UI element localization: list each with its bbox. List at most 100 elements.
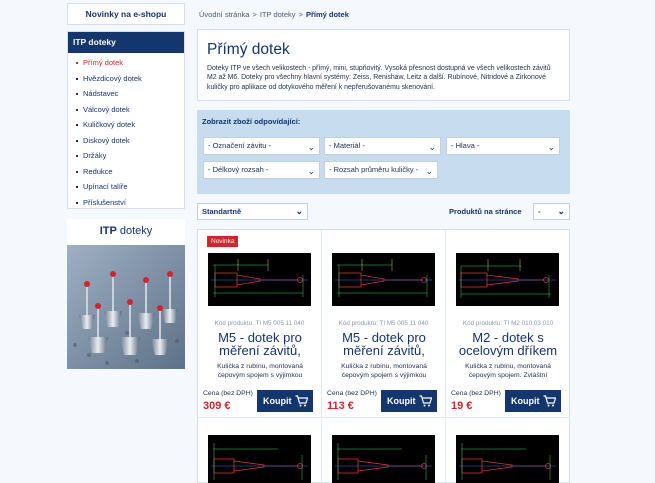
category-intro: Přímý dotek Doteky ITP ve všech velikost… <box>197 29 570 101</box>
sidebar-item-label: Příslušenství <box>83 197 126 207</box>
bullet-icon <box>76 170 78 173</box>
breadcrumb-separator: > <box>252 10 257 19</box>
category-list: Přímý dotek Hvězdicový dotek Nádstavec V… <box>68 53 184 210</box>
head-select[interactable]: - Hlava - ⌄ <box>446 137 560 155</box>
length-range-select[interactable]: - Délkový rozsah - ⌄ <box>203 161 320 179</box>
sidebar-item-valcovy-dotek[interactable]: Válcový dotek <box>68 102 184 118</box>
product-drawing <box>208 435 311 483</box>
buy-button[interactable]: Koupit <box>505 390 561 412</box>
cart-icon <box>295 395 308 407</box>
sidebar-item-drzaky[interactable]: Držáky <box>68 148 184 164</box>
product-drawing <box>208 253 311 306</box>
sidebar-item-label: Nádstavec <box>83 89 119 98</box>
buy-button[interactable]: Koupit <box>381 390 437 412</box>
sidebar-item-hvezdicovy-dotek[interactable]: Hvězdicový dotek <box>68 71 184 87</box>
product-price: 113 € <box>327 400 354 412</box>
sidebar-item-label: Hvězdicový dotek <box>83 73 142 83</box>
product-card[interactable] <box>198 419 322 483</box>
product-drawing <box>456 253 559 306</box>
cart-icon <box>543 395 556 407</box>
sidebar-item-label: Upínací talíře <box>83 182 128 191</box>
cart-icon <box>419 395 432 407</box>
product-code: Kód produktu: TI M5 005 11 040 <box>214 320 305 327</box>
bullet-icon <box>76 186 78 189</box>
material-select-value: - Materiál - <box>329 141 365 150</box>
sidebar-item-prislusenstvi[interactable]: Příslušenství <box>68 195 184 211</box>
sort-select-value: Standartně <box>202 207 242 216</box>
promo-brand-light: doteky <box>116 225 153 237</box>
product-description: Kulička z rubínu, montovaná čepovým spoj… <box>341 363 427 379</box>
sidebar-item-primy-dotek[interactable]: Přímý dotek <box>68 55 184 71</box>
product-card[interactable] <box>446 419 570 483</box>
category-panel: ITP doteky Přímý dotek Hvězdicový dotek … <box>67 31 185 209</box>
product-grid: Novinka Kód produktu: TI M5 005 11 040 M… <box>197 229 570 483</box>
filter-title: Zobrazit zboží odpovídající: <box>202 117 301 126</box>
sidebar-item-label: Kuličkový dotek <box>83 120 136 129</box>
price-label: Cena (bez DPH) <box>327 390 377 397</box>
sidebar-item-label: Diskový dotek <box>83 135 130 145</box>
breadcrumb-current: Přímý dotek <box>305 10 349 19</box>
product-drawing <box>332 435 435 483</box>
promo-banner[interactable]: ITP doteky <box>67 219 185 369</box>
product-card[interactable]: Kód produktu: TI M2 010 03 010 M2 - dote… <box>446 230 570 418</box>
category-description: Doteky ITP ve všech velikostech - přímý,… <box>207 65 551 91</box>
thread-select-value: - Označení závitu - <box>208 141 271 150</box>
sidebar-item-diskovy-dotek[interactable]: Diskový dotek <box>68 133 184 149</box>
sidebar-item-label: Válcový dotek <box>83 104 130 114</box>
bullet-icon <box>76 93 78 96</box>
chevron-down-icon: ⌄ <box>307 142 315 152</box>
breadcrumb-separator: > <box>298 10 303 19</box>
breadcrumb: Úvodní stránka > ITP doteky > Přímý dotek <box>199 10 349 19</box>
product-name[interactable]: M2 - dotek s ocelovým dříkem <box>450 331 566 357</box>
stylus-photo <box>67 245 185 369</box>
product-drawing <box>332 253 435 306</box>
head-select-value: - Hlava - <box>451 141 480 150</box>
product-name[interactable]: M5 - dotek pro měření závitů, <box>202 331 318 357</box>
chevron-down-icon: ⌄ <box>295 206 303 216</box>
buy-button-label: Koupit <box>511 396 540 406</box>
price-label: Cena (bez DPH) <box>203 390 253 397</box>
breadcrumb-home[interactable]: Úvodní stránka <box>199 10 249 19</box>
sidebar-item-nadstavec[interactable]: Nádstavec <box>68 86 184 102</box>
page-title: Přímý dotek <box>207 41 290 58</box>
bullet-icon <box>76 139 78 142</box>
buy-button-label: Koupit <box>263 396 292 406</box>
bullet-icon <box>76 155 78 158</box>
per-page-label: Produktů na stránce <box>449 207 522 216</box>
buy-button[interactable]: Koupit <box>257 390 313 412</box>
sidebar-item-redukce[interactable]: Redukce <box>68 164 184 180</box>
product-card[interactable] <box>322 419 446 483</box>
sidebar-item-label: Držáky <box>83 151 107 160</box>
sort-select[interactable]: Standartně ⌄ <box>197 203 308 220</box>
breadcrumb-parent[interactable]: ITP doteky <box>260 10 296 19</box>
bullet-icon <box>76 62 78 65</box>
product-description: Kulička z rubínu, montovaná čepovým spoj… <box>465 363 551 379</box>
sidebar-item-label: Redukce <box>83 166 113 176</box>
product-price: 309 € <box>203 400 231 412</box>
filter-panel: Zobrazit zboží odpovídající: - Označení … <box>197 110 570 194</box>
product-card[interactable]: Novinka Kód produktu: TI M5 005 11 040 M… <box>198 230 322 418</box>
eshop-news-link[interactable]: Novinky na e-shopu <box>67 3 185 25</box>
category-title[interactable]: ITP doteky <box>68 32 184 53</box>
bullet-icon <box>76 77 78 80</box>
ball-diameter-select[interactable]: - Rozsah průměru kuličky - ⌄ <box>324 161 438 179</box>
product-name[interactable]: M5 - dotek pro měření závitů, <box>326 331 442 357</box>
length-range-select-value: - Délkový rozsah - <box>208 165 269 174</box>
product-description: Kulička z rubínu, montovaná čepovým spoj… <box>217 363 303 379</box>
sidebar-item-upinaci-talire[interactable]: Upínací talíře <box>68 179 184 195</box>
buy-button-label: Koupit <box>387 396 416 406</box>
chevron-down-icon: ⌄ <box>557 206 565 216</box>
new-badge: Novinka <box>207 236 239 247</box>
per-page-select[interactable]: - ⌄ <box>533 203 570 220</box>
chevron-down-icon: ⌄ <box>428 142 436 152</box>
product-code: Kód produktu: TI M5 005 11 040 <box>338 320 429 327</box>
sidebar-item-label: Přímý dotek <box>83 58 124 67</box>
product-code: Kód produktu: TI M2 010 03 010 <box>462 320 554 327</box>
material-select[interactable]: - Materiál - ⌄ <box>324 137 441 155</box>
bullet-icon <box>76 108 78 111</box>
promo-title: ITP doteky <box>67 225 185 237</box>
sidebar-item-kulickovy-dotek[interactable]: Kuličkový dotek <box>68 117 184 133</box>
ball-diameter-select-value: - Rozsah průměru kuličky - <box>329 165 419 174</box>
product-card[interactable]: Kód produktu: TI M5 005 11 040 M5 - dote… <box>322 230 446 418</box>
thread-select[interactable]: - Označení závitu - ⌄ <box>203 137 320 155</box>
